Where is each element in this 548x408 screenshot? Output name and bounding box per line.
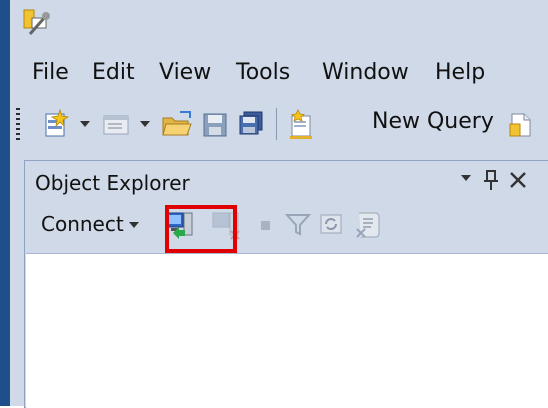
ssms-window: File Edit View Tools Window Help New Que… [0, 0, 548, 408]
connect-button[interactable]: Connect [41, 212, 124, 236]
refresh-icon[interactable] [315, 207, 349, 241]
script-icon[interactable] [351, 207, 385, 241]
menu-window[interactable]: Window [322, 60, 409, 85]
object-explorer-toolbar: Connect [25, 201, 548, 251]
toolbar-grip[interactable] [16, 108, 20, 140]
stop-icon[interactable] [249, 207, 283, 241]
save-all-icon[interactable] [234, 108, 268, 142]
menu-file[interactable]: File [32, 60, 69, 85]
connect-dropdown[interactable] [129, 222, 139, 228]
standard-toolbar: New Query [10, 98, 548, 150]
add-item-icon[interactable] [100, 108, 134, 142]
panel-menu-dropdown-icon[interactable] [459, 171, 473, 185]
save-icon[interactable] [198, 108, 232, 142]
app-icon [22, 8, 52, 38]
new-query-label[interactable]: New Query [372, 109, 494, 134]
filter-icon[interactable] [281, 207, 315, 241]
title-bar [10, 0, 548, 46]
menu-view[interactable]: View [159, 60, 211, 85]
pin-icon[interactable] [483, 169, 499, 191]
menu-edit[interactable]: Edit [92, 60, 135, 85]
menu-help[interactable]: Help [435, 60, 485, 85]
add-item-dropdown[interactable] [140, 121, 150, 127]
open-folder-icon[interactable] [160, 108, 194, 142]
object-explorer-tree[interactable] [26, 253, 548, 408]
close-icon[interactable] [509, 171, 527, 189]
new-project-icon[interactable] [40, 108, 74, 142]
menu-tools[interactable]: Tools [236, 60, 290, 85]
new-project-dropdown[interactable] [80, 121, 90, 127]
menu-bar: File Edit View Tools Window Help [10, 50, 548, 96]
object-explorer-title: Object Explorer [35, 171, 190, 195]
window-left-edge [0, 0, 10, 406]
file-icon[interactable] [504, 108, 538, 142]
highlight-box [165, 205, 237, 253]
toolbar-separator [276, 108, 277, 140]
new-query-icon[interactable] [284, 108, 318, 142]
object-explorer-panel: Object Explorer Connect [24, 160, 548, 408]
